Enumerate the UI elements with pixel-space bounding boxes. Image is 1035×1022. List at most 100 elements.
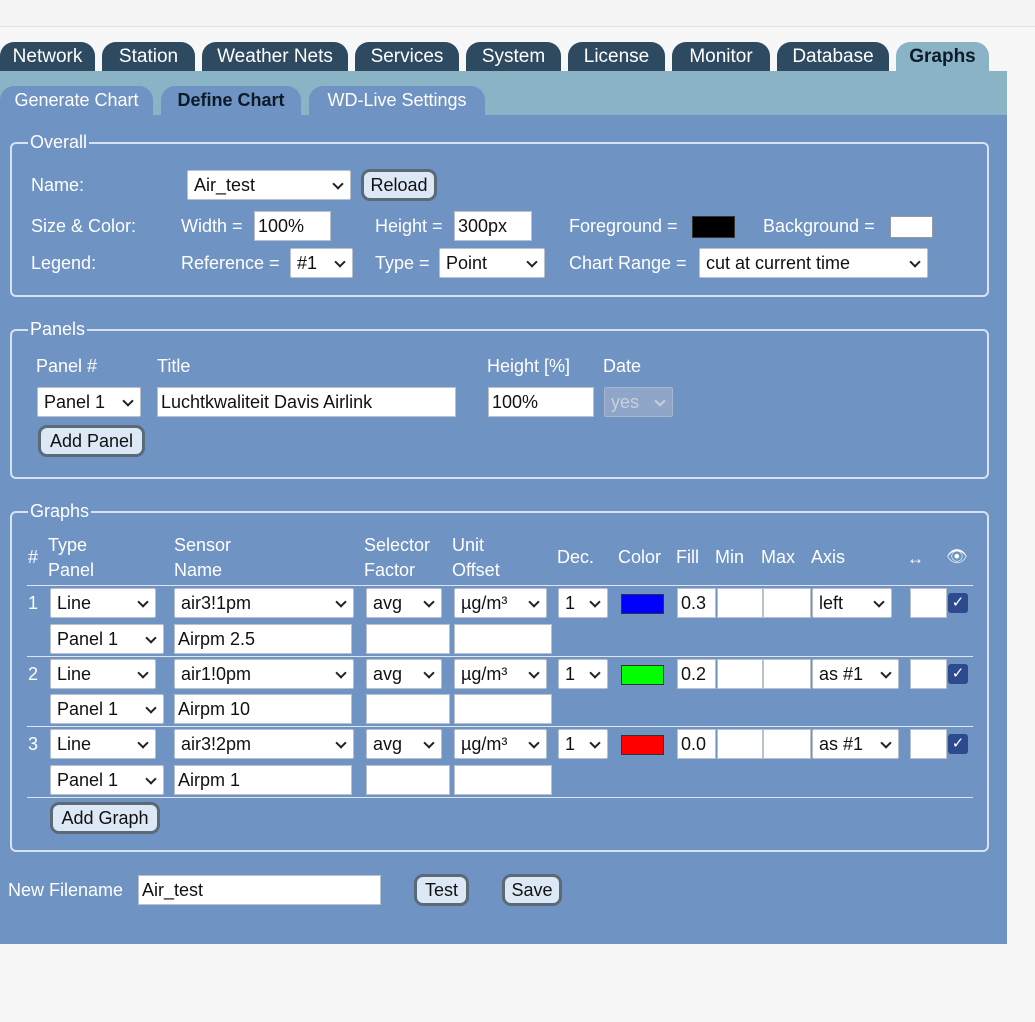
line-width-input[interactable]	[910, 588, 947, 618]
reference-select[interactable]: #1	[290, 248, 353, 278]
visible-checkbox[interactable]: ✓	[948, 734, 968, 754]
line-width-input[interactable]	[910, 659, 947, 689]
legend-type-select[interactable]: Point	[439, 248, 545, 278]
unit-select[interactable]: µg/m³	[454, 729, 547, 759]
factor-input[interactable]	[366, 624, 450, 654]
chevron-down-icon	[332, 178, 344, 190]
axis-value: as #1	[819, 734, 864, 754]
graph-type-value: Line	[57, 593, 92, 613]
factor-input[interactable]	[366, 694, 450, 724]
series-color-swatch[interactable]	[621, 665, 664, 685]
max-input[interactable]	[763, 659, 811, 689]
offset-input[interactable]	[454, 624, 552, 654]
graph-panel-value: Panel 1	[57, 629, 119, 649]
graph-type-value: Line	[57, 664, 92, 684]
foreground-color-swatch[interactable]	[692, 216, 735, 238]
max-input[interactable]	[763, 588, 811, 618]
graph-type-select[interactable]: Line	[50, 659, 156, 689]
chevron-down-icon	[145, 773, 157, 785]
new-filename-input[interactable]: Air_test	[138, 875, 381, 905]
max-input[interactable]	[763, 729, 811, 759]
chart-range-value: cut at current time	[706, 253, 851, 273]
legend-label: Legend:	[31, 253, 97, 273]
chart-name-select[interactable]: Air_test	[187, 170, 351, 200]
axis-select[interactable]: left	[812, 588, 892, 618]
chart-height-input[interactable]: 300px	[454, 211, 532, 241]
background-color-swatch[interactable]	[890, 216, 933, 238]
graph-name-input[interactable]: Airpm 2.5	[174, 624, 352, 654]
graph-panel-select[interactable]: Panel 1	[50, 624, 164, 654]
decimals-select[interactable]: 1	[558, 729, 608, 759]
background-label: Background =	[763, 216, 875, 236]
sensor-select[interactable]: air1!0pm	[174, 659, 354, 689]
visible-checkbox[interactable]: ✓	[948, 593, 968, 613]
header-name: Name	[174, 560, 223, 580]
sensor-select[interactable]: air3!2pm	[174, 729, 354, 759]
chevron-down-icon	[909, 256, 921, 268]
tab-license[interactable]: License	[568, 42, 665, 72]
axis-value: as #1	[819, 664, 864, 684]
decimals-select[interactable]: 1	[558, 588, 608, 618]
tab-wd-live-settings[interactable]: WD-Live Settings	[309, 86, 485, 115]
selector-value: avg	[373, 734, 403, 754]
selector-select[interactable]: avg	[366, 729, 442, 759]
selector-select[interactable]: avg	[366, 588, 442, 618]
line-width-input[interactable]	[910, 729, 947, 759]
series-color-swatch[interactable]	[621, 594, 664, 614]
axis-select[interactable]: as #1	[812, 659, 899, 689]
fill-input[interactable]: 0.0	[677, 729, 716, 759]
unit-select[interactable]: µg/m³	[454, 588, 547, 618]
decimals-select[interactable]: 1	[558, 659, 608, 689]
sensor-value: air1!0pm	[181, 664, 252, 684]
add-panel-button[interactable]: Add Panel	[38, 425, 145, 457]
header-fill: Fill	[676, 547, 699, 567]
add-graph-button[interactable]: Add Graph	[50, 802, 160, 834]
panel-height-input[interactable]: 100%	[488, 387, 594, 417]
save-button[interactable]: Save	[502, 874, 562, 906]
chart-range-select[interactable]: cut at current time	[699, 248, 928, 278]
chart-width-input[interactable]: 100%	[254, 211, 331, 241]
reload-button[interactable]: Reload	[361, 169, 437, 201]
min-input[interactable]	[717, 729, 763, 759]
unit-select[interactable]: µg/m³	[454, 659, 547, 689]
panel-number-select[interactable]: Panel 1	[37, 387, 141, 417]
selector-select[interactable]: avg	[366, 659, 442, 689]
sensor-select[interactable]: air3!1pm	[174, 588, 354, 618]
graph-panel-select[interactable]: Panel 1	[50, 765, 164, 795]
graph-type-select[interactable]: Line	[50, 588, 156, 618]
graph-panel-select[interactable]: Panel 1	[50, 694, 164, 724]
row-divider	[27, 585, 973, 586]
tab-graphs[interactable]: Graphs	[896, 42, 989, 72]
tab-weather-nets[interactable]: Weather Nets	[202, 42, 348, 72]
offset-input[interactable]	[454, 765, 552, 795]
min-input[interactable]	[717, 588, 763, 618]
decimals-value: 1	[565, 664, 576, 684]
tab-station[interactable]: Station	[102, 42, 195, 72]
visible-checkbox[interactable]: ✓	[948, 664, 968, 684]
min-input[interactable]	[717, 659, 763, 689]
chevron-down-icon	[423, 667, 435, 679]
tab-define-chart[interactable]: Define Chart	[161, 86, 301, 115]
panel-title-input[interactable]: Luchtkwaliteit Davis Airlink	[157, 387, 456, 417]
tab-monitor[interactable]: Monitor	[672, 42, 770, 72]
tab-network[interactable]: Network	[0, 42, 95, 72]
factor-input[interactable]	[366, 765, 450, 795]
header-type: Type	[48, 535, 88, 555]
graph-type-select[interactable]: Line	[50, 729, 156, 759]
graph-name-input[interactable]: Airpm 1	[174, 765, 352, 795]
fill-input[interactable]: 0.2	[677, 659, 716, 689]
chevron-down-icon	[145, 632, 157, 644]
fill-input[interactable]: 0.3	[677, 588, 716, 618]
chart-name-value: Air_test	[194, 175, 256, 195]
test-button[interactable]: Test	[414, 874, 469, 906]
tab-services[interactable]: Services	[355, 42, 459, 72]
tab-generate-chart[interactable]: Generate Chart	[0, 86, 153, 115]
chevron-down-icon	[137, 667, 149, 679]
tab-database[interactable]: Database	[777, 42, 889, 72]
offset-input[interactable]	[454, 694, 552, 724]
tab-system[interactable]: System	[466, 42, 561, 72]
graph-name-input[interactable]: Airpm 10	[174, 694, 352, 724]
axis-select[interactable]: as #1	[812, 729, 899, 759]
chevron-down-icon	[122, 395, 134, 407]
series-color-swatch[interactable]	[621, 735, 664, 755]
